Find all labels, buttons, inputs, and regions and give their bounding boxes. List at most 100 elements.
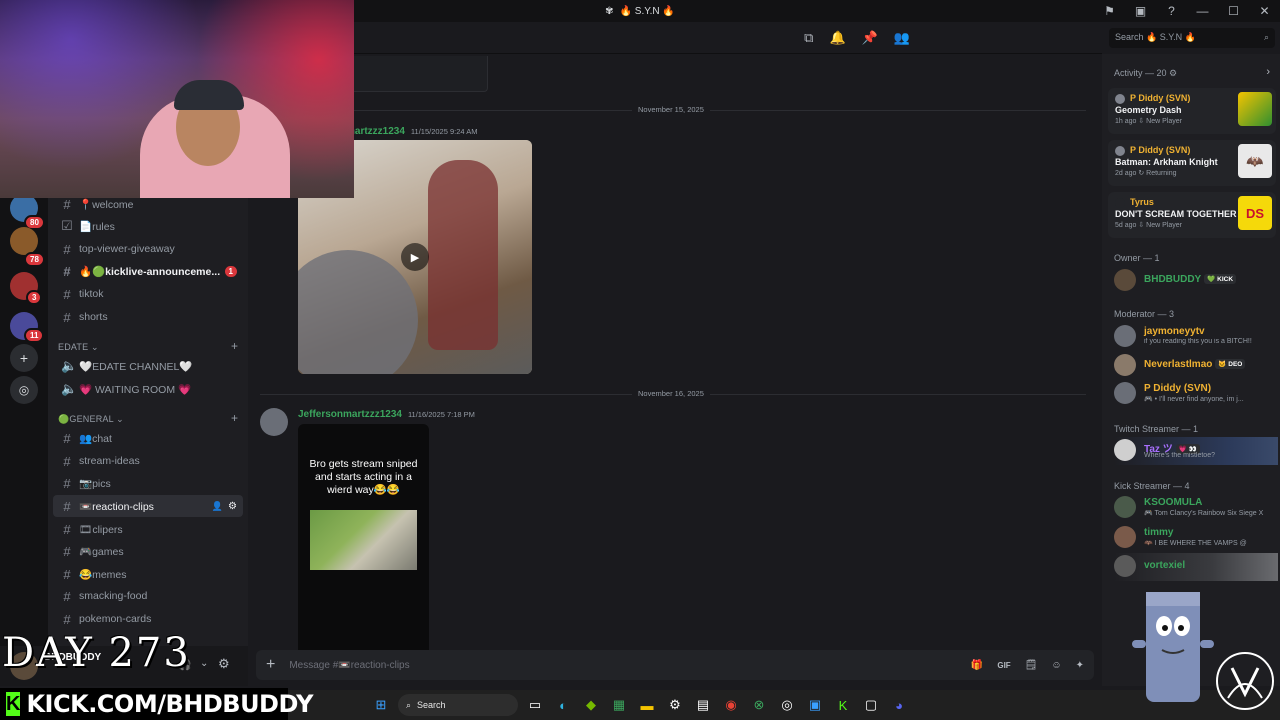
app-icon[interactable]: ◎ xyxy=(776,694,798,716)
hash-icon: # xyxy=(63,498,71,514)
app-dark-icon[interactable]: ▢ xyxy=(860,694,882,716)
play-icon[interactable]: ▶ xyxy=(401,243,429,271)
message-composer[interactable]: + Message #📼reaction-clips 🎁 GIF 🗒 ☺ ✦ xyxy=(256,650,1094,680)
store-icon[interactable]: ▤ xyxy=(692,694,714,716)
author-name[interactable]: Jeffersonmartzzz1234 xyxy=(298,409,402,420)
search-icon: ⌕ xyxy=(1263,32,1269,42)
gift-icon[interactable]: 🎁 xyxy=(971,660,983,671)
invite-icon[interactable]: 👤 xyxy=(212,501,223,512)
task-view-icon[interactable]: ▭ xyxy=(524,694,546,716)
xbox-icon[interactable]: ⊗ xyxy=(748,694,770,716)
video-attachment[interactable]: Bro gets stream sniped and starts acting… xyxy=(298,424,429,666)
members-icon[interactable]: 👥 xyxy=(894,30,910,46)
channel-label: top-viewer-giveaway xyxy=(79,243,175,255)
member-item[interactable]: KSOOMULA 🎮 Tom Clancy's Rainbow Six Sieg… xyxy=(1114,494,1278,522)
app-blue-icon[interactable]: ▣ xyxy=(804,694,826,716)
kick-logo-icon: K xyxy=(6,692,21,716)
member-item[interactable]: timmy 🦇 I BE WHERE THE VAMPS @ xyxy=(1114,524,1278,552)
avatar[interactable] xyxy=(260,408,288,436)
channel-memes[interactable]: # 😂memes xyxy=(53,563,243,585)
chrome-icon[interactable]: ◉ xyxy=(720,694,742,716)
taskbar-search[interactable]: ⌕ Search xyxy=(398,694,518,716)
channel-kicklive-announcements[interactable]: # 🔥🟢kicklive-announceme... 1 xyxy=(53,260,243,282)
add-server-icon[interactable]: + xyxy=(10,344,38,372)
channel-top-viewer-giveaway[interactable]: # top-viewer-giveaway xyxy=(53,238,243,260)
search-input[interactable]: Search 🔥 S.Y.N 🔥 ⌕ xyxy=(1109,28,1275,48)
message-input[interactable]: Message #📼reaction-clips xyxy=(289,660,957,671)
voice-channel-waiting-room[interactable]: 🔈 💗 WAITING ROOM 💗 xyxy=(53,378,243,400)
add-channel-icon[interactable]: + xyxy=(231,339,238,353)
voice-channel-edate[interactable]: 🔈 🤍EDATE CHANNEL🤍 xyxy=(53,355,243,377)
message-author[interactable]: martzzz1234 11/15/2025 9:24 AM xyxy=(346,126,478,137)
channel-clipers[interactable]: # 🎞clipers xyxy=(53,518,243,540)
chevron-down-icon[interactable]: ⌄ xyxy=(200,658,208,669)
file-explorer-icon[interactable]: ▬ xyxy=(636,694,658,716)
server-badge: 11 xyxy=(24,328,45,343)
inbox-icon[interactable]: ⚑ xyxy=(1094,4,1125,18)
game-art: 🦇 xyxy=(1238,144,1272,178)
channel-smacking-food[interactable]: # smacking-food xyxy=(53,585,243,607)
hash-icon: # xyxy=(63,263,71,279)
apps-icon[interactable]: ✦ xyxy=(1076,660,1084,671)
sticker-icon[interactable]: 🗒 xyxy=(1025,660,1038,671)
add-attachment-icon[interactable]: + xyxy=(266,656,275,674)
channel-games[interactable]: # 🎮games xyxy=(53,540,243,562)
member-item[interactable]: vortexiel xyxy=(1114,553,1278,581)
gif-icon[interactable]: GIF xyxy=(997,661,1010,670)
channel-rules[interactable]: ☑ 📄rules xyxy=(53,215,243,237)
member-item[interactable]: Neverlastlmao 🐱 DEO xyxy=(1114,352,1278,380)
member-item[interactable]: BHDBUDDY 💚 KICK xyxy=(1114,267,1278,295)
member-item[interactable]: Taz ツ 💗 👀 Where's the mistletoe? xyxy=(1114,437,1278,465)
channel-pokemon-cards[interactable]: # pokemon-cards xyxy=(53,608,243,630)
author-name[interactable]: martzzz1234 xyxy=(346,126,405,137)
category-edate[interactable]: EDATE ⌄ xyxy=(58,342,99,353)
activity-game: DON'T SCREAM TOGETHER xyxy=(1115,209,1237,219)
close-button[interactable]: ✕ xyxy=(1249,4,1280,18)
message-author[interactable]: Jeffersonmartzzz1234 11/16/2025 7:18 PM xyxy=(298,409,475,420)
help-icon[interactable]: ? xyxy=(1156,4,1187,18)
activity-title: Activity — 20 ⚙ xyxy=(1114,68,1178,78)
member-item[interactable]: jaymoneyytv if you reading this you is a… xyxy=(1114,323,1278,351)
discord-icon[interactable]: ◕ xyxy=(888,694,910,716)
kick-app-icon[interactable]: K xyxy=(832,694,854,716)
channel-stream-ideas[interactable]: # stream-ideas xyxy=(53,450,243,472)
steam-icon[interactable]: ⚙ xyxy=(664,694,686,716)
settings-gear-icon[interactable]: ⚙ xyxy=(218,656,230,672)
hash-icon: # xyxy=(63,286,71,302)
maximize-button[interactable]: ☐ xyxy=(1218,4,1249,18)
server-icon-2[interactable] xyxy=(10,227,38,255)
category-general[interactable]: 🟢GENERAL ⌄ xyxy=(58,414,124,425)
channel-tiktok[interactable]: # tiktok xyxy=(53,283,243,305)
channel-shorts[interactable]: # shorts xyxy=(53,306,243,328)
pin-icon[interactable]: 📌 xyxy=(862,30,878,46)
channel-pics[interactable]: # 📷pics xyxy=(53,472,243,494)
channel-reaction-clips[interactable]: # 📼reaction-clips 👤 ⚙ xyxy=(53,495,243,517)
gear-icon[interactable]: ⚙ xyxy=(228,501,237,512)
clip-caption: Bro gets stream sniped and starts acting… xyxy=(309,458,418,496)
chevron-right-icon[interactable]: › xyxy=(1266,66,1270,78)
activity-card[interactable]: P Diddy (SVN) Batman: Arkham Knight 2d a… xyxy=(1108,140,1276,186)
avatar xyxy=(1114,439,1136,461)
activity-card[interactable]: P Diddy (SVN) Geometry Dash 1h ago ⇩ New… xyxy=(1108,88,1276,134)
app-green-icon[interactable]: ▦ xyxy=(608,694,630,716)
avatar xyxy=(1115,94,1125,104)
minimize-button[interactable]: — xyxy=(1187,4,1218,18)
activity-card[interactable]: Tyrus DON'T SCREAM TOGETHER 5d ago ⇩ New… xyxy=(1108,192,1276,238)
nvidia-icon[interactable]: ◆ xyxy=(580,694,602,716)
rules-icon: ☑ xyxy=(61,218,73,233)
threads-icon[interactable]: ⧉ xyxy=(804,30,813,46)
start-icon[interactable]: ⊞ xyxy=(370,694,392,716)
member-status: if you reading this you is a BITCH!! xyxy=(1144,338,1252,345)
channel-label: shorts xyxy=(79,311,108,323)
channel-label: 👥chat xyxy=(79,432,112,445)
channel-chat[interactable]: # 👥chat xyxy=(53,427,243,449)
taskbar-search-label: Search xyxy=(417,700,446,710)
member-item[interactable]: P Diddy (SVN) 🎮 • I'll never find anyone… xyxy=(1114,380,1278,408)
edge-icon[interactable]: ◐ xyxy=(552,694,574,716)
add-channel-icon[interactable]: + xyxy=(231,411,238,425)
avatar xyxy=(1114,555,1136,577)
emoji-icon[interactable]: ☺ xyxy=(1051,660,1061,671)
bell-icon[interactable]: 🔔 xyxy=(829,30,845,46)
screen-icon[interactable]: ▣ xyxy=(1125,4,1156,18)
explore-icon[interactable]: ◎ xyxy=(10,376,38,404)
